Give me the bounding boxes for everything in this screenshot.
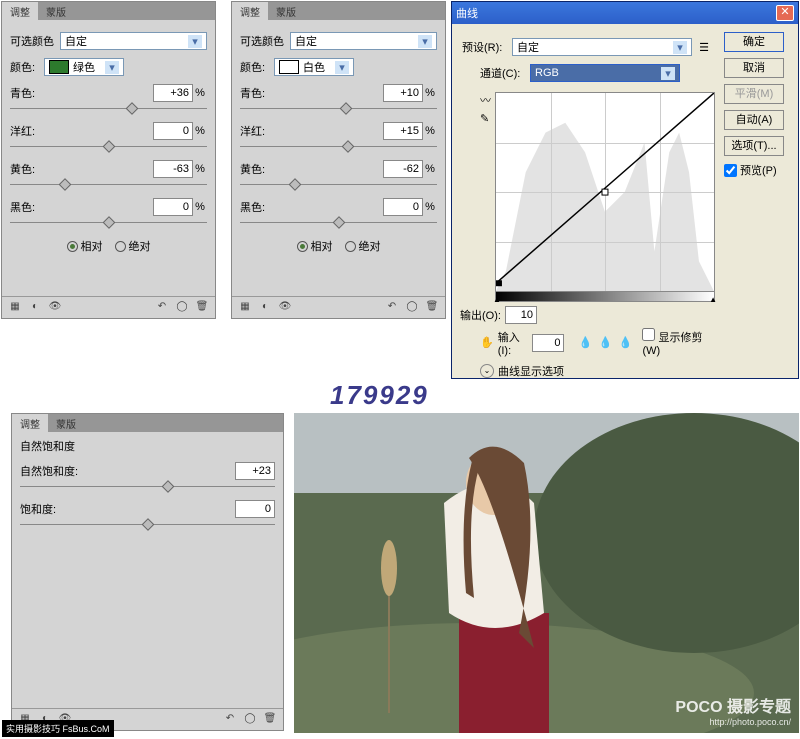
show-clipping-checkbox[interactable]: 显示修剪(W) [642, 328, 710, 357]
yellow-input[interactable] [153, 160, 193, 178]
absolute-radio[interactable]: 绝对 [345, 238, 381, 254]
magenta-slider[interactable] [10, 140, 207, 154]
chevron-down-icon: ▾ [188, 35, 202, 48]
black-input[interactable] [383, 198, 423, 216]
result-photo: POCO 摄影专题http://photo.poco.cn/ [294, 413, 799, 733]
preset-select[interactable]: 自定▾ [290, 32, 437, 50]
yellow-slider[interactable] [240, 178, 437, 192]
output-input[interactable] [505, 306, 537, 324]
view-icon[interactable]: ◐ [258, 301, 272, 315]
tab-adjust[interactable]: 调整 [12, 414, 48, 432]
black-slider[interactable] [240, 216, 437, 230]
view-icon[interactable]: ◐ [28, 301, 42, 315]
smooth-button: 平滑(M) [724, 84, 784, 104]
eyedropper-white-icon[interactable]: 💧 [618, 336, 632, 350]
trash-icon[interactable]: 🗑 [195, 301, 209, 315]
menu-icon[interactable]: ☰ [696, 41, 712, 54]
eye-icon[interactable]: 👁 [48, 301, 62, 315]
cyan-slider[interactable] [10, 102, 207, 116]
reset-icon[interactable]: ↶ [223, 713, 237, 727]
magenta-label: 洋红: [10, 123, 48, 139]
chevron-down-icon: ▾ [418, 35, 432, 48]
curve-canvas[interactable] [495, 92, 715, 292]
curve-display-options[interactable]: ⌄曲线显示选项 [480, 363, 710, 379]
check-number: 179929 [330, 380, 429, 411]
layer-icon[interactable]: ▦ [8, 301, 22, 315]
yellow-input[interactable] [383, 160, 423, 178]
cancel-button[interactable]: 取消 [724, 58, 784, 78]
vibrance-title: 自然饱和度 [20, 438, 275, 454]
dialog-titlebar[interactable]: 曲线 ✕ [452, 2, 798, 24]
black-input[interactable] [153, 198, 193, 216]
tab-mask[interactable]: 蒙版 [268, 2, 304, 20]
selective-color-panel-white: 调整蒙版 可选颜色自定▾ 颜色:白色▾ 青色:% 洋红:% 黄色:% 黑色:% … [231, 1, 446, 319]
swatch-icon [279, 60, 299, 74]
pencil-tool-icon[interactable]: ✎ [480, 112, 491, 125]
magenta-input[interactable] [383, 122, 423, 140]
watermark: POCO 摄影专题http://photo.poco.cn/ [675, 693, 791, 727]
dialog-title: 曲线 [456, 5, 478, 21]
swatch-icon [49, 60, 69, 74]
reset-icon[interactable]: ↶ [155, 301, 169, 315]
vibrance-slider[interactable] [20, 480, 275, 494]
yellow-label: 黄色: [10, 161, 48, 177]
chevron-down-icon: ▾ [661, 67, 675, 80]
cyan-input[interactable] [153, 84, 193, 102]
panel-footer: ▦ ◐ 👁 ↶ ◯ 🗑 [2, 296, 215, 318]
preset-select[interactable]: 自定▾ [60, 32, 207, 50]
tab-adjust[interactable]: 调整 [2, 2, 38, 20]
black-label: 黑色: [10, 199, 48, 215]
saturation-slider[interactable] [20, 518, 275, 532]
color-select[interactable]: 绿色▾ [44, 58, 124, 76]
tab-mask[interactable]: 蒙版 [38, 2, 74, 20]
reset-icon[interactable]: ↶ [385, 301, 399, 315]
black-slider[interactable] [10, 216, 207, 230]
prev-icon[interactable]: ◯ [175, 301, 189, 315]
chevron-down-icon: ▾ [335, 61, 349, 74]
magenta-input[interactable] [153, 122, 193, 140]
close-icon[interactable]: ✕ [776, 5, 794, 21]
source-tag: 实用摄影技巧 FsBus.CoM [2, 720, 114, 737]
color-select[interactable]: 白色▾ [274, 58, 354, 76]
vibrance-panel: 调整蒙版 自然饱和度 自然饱和度: 饱和度: ▦◐👁↶◯🗑 [11, 413, 284, 731]
trash-icon[interactable]: 🗑 [425, 301, 439, 315]
color-label: 颜色: [10, 59, 44, 75]
input-input[interactable] [532, 334, 564, 352]
cyan-input[interactable] [383, 84, 423, 102]
panel-tabs: 调整 蒙版 [2, 2, 215, 20]
curve-tool-icon[interactable]: 〰 [480, 92, 491, 108]
prev-icon[interactable]: ◯ [405, 301, 419, 315]
tab-adjust[interactable]: 调整 [232, 2, 268, 20]
auto-button[interactable]: 自动(A) [724, 110, 784, 130]
chevron-down-icon: ⌄ [480, 364, 494, 378]
yellow-slider[interactable] [10, 178, 207, 192]
cyan-slider[interactable] [240, 102, 437, 116]
magenta-slider[interactable] [240, 140, 437, 154]
channel-select[interactable]: RGB▾ [530, 64, 680, 82]
relative-radio[interactable]: 相对 [297, 238, 333, 254]
tab-mask[interactable]: 蒙版 [48, 414, 84, 432]
vibrance-input[interactable] [235, 462, 275, 480]
chevron-down-icon: ▾ [673, 41, 687, 54]
relative-radio[interactable]: 相对 [67, 238, 103, 254]
saturation-input[interactable] [235, 500, 275, 518]
layer-icon[interactable]: ▦ [238, 301, 252, 315]
absolute-radio[interactable]: 绝对 [115, 238, 151, 254]
prev-icon[interactable]: ◯ [243, 713, 257, 727]
selcolor-label: 可选颜色 [10, 33, 60, 49]
hand-icon[interactable]: ✋ [480, 336, 494, 349]
preset-select[interactable]: 自定▾ [512, 38, 692, 56]
eyedropper-gray-icon[interactable]: 💧 [598, 336, 612, 350]
chevron-down-icon: ▾ [105, 61, 119, 74]
eyedropper-black-icon[interactable]: 💧 [578, 336, 592, 350]
ok-button[interactable]: 确定 [724, 32, 784, 52]
eye-icon[interactable]: 👁 [278, 301, 292, 315]
options-button[interactable]: 选项(T)... [724, 136, 784, 156]
selective-color-panel-green: 调整 蒙版 可选颜色 自定▾ 颜色: 绿色▾ 青色:% 洋红:% 黄色:% 黑色… [1, 1, 216, 319]
trash-icon[interactable]: 🗑 [263, 713, 277, 727]
curves-dialog: 曲线✕ 预设(R):自定▾☰ 通道(C):RGB▾ 〰✎ ▲▲ 输出(O): ✋… [451, 1, 799, 379]
preview-checkbox[interactable]: 预览(P) [724, 162, 788, 178]
cyan-label: 青色: [10, 85, 48, 101]
